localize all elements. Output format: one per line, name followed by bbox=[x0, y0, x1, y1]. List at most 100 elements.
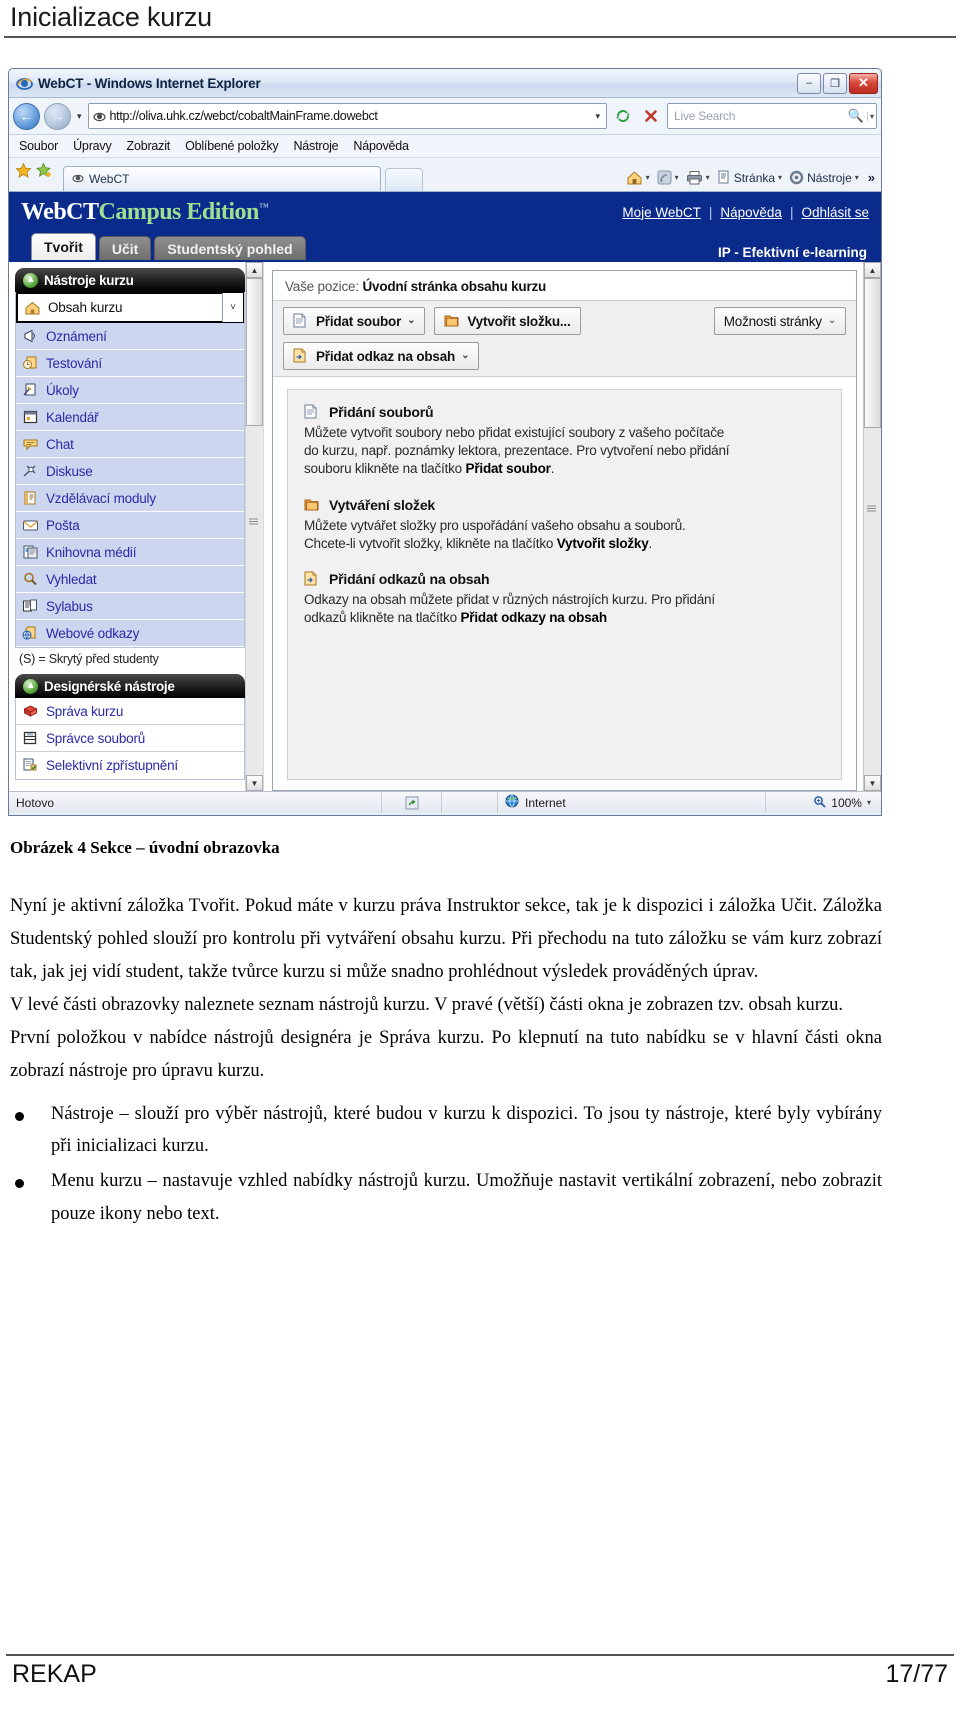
trademark-symbol: ™ bbox=[258, 201, 269, 213]
file-icon bbox=[293, 313, 310, 329]
add-content-link-button[interactable]: Přidat odkaz na obsah ⌄ bbox=[283, 342, 480, 370]
address-bar[interactable]: http://oliva.uhk.cz/webct/cobaltMainFram… bbox=[87, 103, 607, 129]
sidebar-item-spravce-souboru[interactable]: Správce souborů bbox=[16, 725, 244, 752]
menu-item-zobrazit[interactable]: Zobrazit bbox=[127, 139, 171, 153]
sidebar-item-obsah-kurzu[interactable]: Obsah kurzu ˅ bbox=[16, 292, 244, 323]
add-file-label: Přidat soubor bbox=[316, 313, 402, 329]
sidebar-scroll-up-icon[interactable]: ▲ bbox=[246, 262, 263, 278]
course-admin-icon bbox=[22, 703, 39, 719]
sidebar-item-selektivni-zpristupneni[interactable]: Selektivní zpřístupnění bbox=[16, 752, 244, 779]
create-folder-button[interactable]: Vytvořit složku... bbox=[434, 307, 581, 335]
search-icon[interactable]: 🔍 bbox=[845, 108, 867, 124]
weblink-icon bbox=[22, 625, 39, 641]
expand-caret-icon[interactable]: ˅ bbox=[222, 293, 243, 322]
history-dropdown-icon[interactable]: ▾ bbox=[75, 111, 84, 122]
forward-button[interactable]: → bbox=[44, 102, 71, 130]
sidebar-scroll-down-icon[interactable]: ▼ bbox=[246, 775, 263, 791]
content-scroll-track[interactable] bbox=[864, 278, 881, 775]
sidebar-item-ukoly[interactable]: Úkoly bbox=[16, 377, 244, 404]
link-napoveda[interactable]: Nápověda bbox=[720, 205, 782, 220]
collapse-chevron-icon[interactable]: ▲ bbox=[23, 678, 38, 694]
search-dropdown-icon[interactable]: ▾ bbox=[866, 111, 874, 121]
help-text-bold: Vytvořit složky bbox=[556, 535, 649, 551]
sidebar-scroll-thumb[interactable] bbox=[246, 278, 263, 426]
sidebar-item-oznameni[interactable]: Oznámení bbox=[16, 323, 244, 350]
zoom-control[interactable]: 100% ▾ bbox=[766, 792, 881, 813]
menu-item-upravy[interactable]: Úpravy bbox=[73, 139, 112, 153]
add-favorite-icon[interactable] bbox=[36, 162, 53, 184]
menu-item-soubor[interactable]: Soubor bbox=[19, 139, 58, 153]
browser-titlebar: WebCT - Windows Internet Explorer – ❐ ✕ bbox=[9, 69, 881, 98]
breadcrumb: Vaše pozice: Úvodní stránka obsahu kurzu bbox=[273, 271, 856, 300]
print-button[interactable]: ▾ bbox=[686, 170, 710, 185]
page-options-button[interactable]: Možnosti stránky ⌄ bbox=[713, 307, 846, 335]
tab-studentsky-pohled[interactable]: Studentský pohled bbox=[154, 236, 306, 260]
page-footer: REKAP 17/77 bbox=[0, 1654, 960, 1710]
paragraph-1: Nyní je aktivní záložka Tvořit. Pokud má… bbox=[10, 896, 882, 982]
content-scroll-thumb[interactable] bbox=[864, 278, 881, 428]
selective-release-icon bbox=[22, 757, 39, 773]
sidebar-item-posta[interactable]: Pošta bbox=[16, 512, 244, 539]
close-button[interactable]: ✕ bbox=[849, 72, 878, 94]
favorites-star-icon[interactable] bbox=[15, 162, 32, 184]
file-icon bbox=[304, 404, 321, 420]
home-caret-icon[interactable]: ▾ bbox=[646, 173, 650, 182]
security-zone[interactable]: Internet bbox=[498, 792, 766, 813]
link-odhlasit-se[interactable]: Odhlásit se bbox=[801, 205, 869, 220]
help-block-title-row: Přidání souborů bbox=[304, 404, 825, 420]
feeds-caret-icon[interactable]: ▾ bbox=[675, 173, 679, 182]
sidebar-item-sylabus[interactable]: Sylabus bbox=[16, 593, 244, 620]
sidebar-item-knihovna-medii[interactable]: Knihovna médií bbox=[16, 539, 244, 566]
sidebar-scrollbar[interactable]: ▲ ▼ bbox=[245, 262, 263, 791]
content-scroll-up-icon[interactable]: ▲ bbox=[864, 262, 881, 278]
menu-item-nastroje[interactable]: Nástroje bbox=[293, 139, 338, 153]
minimize-button[interactable]: – bbox=[797, 72, 821, 94]
stop-button[interactable] bbox=[639, 103, 663, 129]
feeds-button[interactable]: ▾ bbox=[657, 170, 679, 185]
chevron-down-icon[interactable]: ⌄ bbox=[461, 351, 469, 361]
help-text-after: . bbox=[648, 535, 653, 551]
new-tab-button[interactable] bbox=[385, 168, 423, 191]
print-caret-icon[interactable]: ▾ bbox=[706, 173, 710, 182]
home-button[interactable]: ▾ bbox=[626, 170, 650, 185]
tab-tvorit[interactable]: Tvořit bbox=[31, 233, 96, 260]
sidebar-item-vzdelavaci-moduly[interactable]: Vzdělávací moduly bbox=[16, 485, 244, 512]
browser-window: WebCT - Windows Internet Explorer – ❐ ✕ … bbox=[8, 68, 882, 816]
back-button[interactable]: ← bbox=[13, 102, 40, 130]
sidebar-item-webove-odkazy[interactable]: Webové odkazy bbox=[16, 620, 244, 647]
tools-menu-label: Nástroje bbox=[807, 170, 852, 185]
page-caret-icon[interactable]: ▾ bbox=[778, 173, 782, 182]
bullet-text: Nástroje – slouží pro výběr nástrojů, kt… bbox=[51, 1103, 882, 1157]
refresh-button[interactable] bbox=[611, 103, 635, 129]
sidebar-item-chat[interactable]: Chat bbox=[16, 431, 244, 458]
sidebar-item-diskuse[interactable]: Diskuse bbox=[16, 458, 244, 485]
mail-icon bbox=[22, 517, 39, 533]
content-scroll-down-icon[interactable]: ▼ bbox=[864, 775, 881, 791]
sidebar-section-title: Designérské nástroje bbox=[44, 678, 175, 694]
sidebar-item-testovani[interactable]: Testování bbox=[16, 350, 244, 377]
sidebar-item-vyhledat[interactable]: Vyhledat bbox=[16, 566, 244, 593]
sidebar-item-kalendar[interactable]: Kalendář bbox=[16, 404, 244, 431]
browser-tab-webct[interactable]: WebCT bbox=[63, 166, 381, 191]
add-file-button[interactable]: Přidat soubor ⌄ bbox=[283, 307, 426, 335]
menu-item-napoveda[interactable]: Nápověda bbox=[353, 139, 409, 153]
zoom-caret-icon[interactable]: ▾ bbox=[867, 798, 871, 807]
page-menu-button[interactable]: Stránka ▾ bbox=[717, 170, 782, 185]
search-input[interactable]: Live Search 🔍 ▾ bbox=[667, 103, 877, 129]
sidebar-item-sprava-kurzu[interactable]: Správa kurzu bbox=[16, 698, 244, 725]
address-dropdown-icon[interactable]: ▾ bbox=[591, 111, 604, 122]
menu-item-oblibene-polozky[interactable]: Oblíbené položky bbox=[185, 139, 279, 153]
link-moje-webct[interactable]: Moje WebCT bbox=[622, 205, 701, 220]
command-bar: ▾ ▾ ▾ Stránka ▾ Nástroje ▾ » bbox=[626, 170, 875, 191]
tools-menu-button[interactable]: Nástroje ▾ bbox=[789, 170, 859, 185]
tools-caret-icon[interactable]: ▾ bbox=[855, 173, 859, 182]
command-overflow-icon[interactable]: » bbox=[866, 170, 875, 185]
content-frame: Vaše pozice: Úvodní stránka obsahu kurzu… bbox=[272, 270, 857, 791]
collapse-chevron-icon[interactable]: ▲ bbox=[23, 272, 38, 288]
chevron-down-icon[interactable]: ⌄ bbox=[407, 316, 415, 326]
tab-ucit[interactable]: Učit bbox=[98, 236, 152, 260]
sidebar-scroll-track[interactable] bbox=[246, 278, 263, 775]
maximize-button[interactable]: ❐ bbox=[823, 72, 847, 94]
content-scrollbar[interactable]: ▲ ▼ bbox=[863, 262, 881, 791]
chevron-down-icon[interactable]: ⌄ bbox=[828, 316, 836, 326]
